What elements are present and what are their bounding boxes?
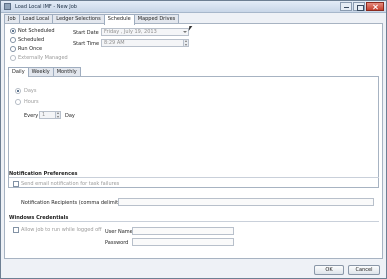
- title-bar[interactable]: Load Local IMF - New Job: [1, 1, 386, 13]
- ok-button[interactable]: OK: [314, 265, 344, 275]
- radio-externally-managed[interactable]: [10, 55, 16, 61]
- radio-not-scheduled[interactable]: [10, 28, 16, 34]
- every-stepper[interactable]: 1: [39, 111, 61, 119]
- radio-days[interactable]: [15, 88, 21, 94]
- tab-schedule[interactable]: Schedule: [103, 14, 135, 25]
- calendar-dropdown-icon[interactable]: [182, 29, 188, 35]
- password-label: Password: [105, 240, 129, 246]
- allow-logged-off-label: Allow job to run while logged off: [21, 227, 102, 233]
- radio-scheduled-label: Scheduled: [18, 37, 45, 43]
- notification-recipients-input[interactable]: [118, 198, 374, 206]
- maximize-icon[interactable]: [353, 2, 365, 11]
- every-spinner-icon[interactable]: [55, 112, 60, 118]
- radio-not-scheduled-label: Not Scheduled: [18, 28, 55, 34]
- radio-days-label: Days: [24, 88, 37, 94]
- radio-hours[interactable]: [15, 99, 21, 105]
- radio-run-once[interactable]: [10, 46, 16, 52]
- window-title: Load Local IMF - New Job: [15, 4, 77, 10]
- tab-weekly[interactable]: Weekly: [27, 67, 54, 76]
- window-controls: [339, 2, 384, 11]
- start-time-label: Start Time: [73, 41, 100, 47]
- job-dialog-window: Load Local IMF - New Job Job Load Local …: [0, 0, 387, 279]
- recurrence-tabs: Daily Weekly Monthly: [8, 67, 81, 77]
- radio-scheduled[interactable]: [10, 37, 16, 43]
- every-value: 1: [42, 112, 46, 118]
- start-time-picker[interactable]: 8:29 AM: [101, 39, 189, 47]
- start-time-value: 8:29 AM: [104, 40, 125, 46]
- send-email-checkbox[interactable]: [13, 181, 19, 187]
- password-input[interactable]: [132, 238, 234, 246]
- cancel-button[interactable]: Cancel: [348, 265, 380, 275]
- every-label: Every: [24, 113, 39, 119]
- radio-externally-managed-label: Externally Managed: [18, 55, 68, 61]
- allow-logged-off-checkbox[interactable]: [13, 227, 19, 233]
- minimize-icon[interactable]: [340, 2, 352, 11]
- notification-divider: [9, 177, 379, 178]
- every-unit-label: Day: [65, 113, 75, 119]
- tab-monthly[interactable]: Monthly: [52, 67, 81, 76]
- start-date-value: Friday , July 19, 2013: [104, 29, 157, 35]
- tab-daily[interactable]: Daily: [8, 67, 29, 77]
- close-icon[interactable]: [366, 2, 384, 11]
- start-date-picker[interactable]: Friday , July 19, 2013: [101, 28, 189, 36]
- radio-run-once-label: Run Once: [18, 46, 43, 52]
- app-icon: [4, 3, 11, 10]
- send-email-label: Send email notification for task failure…: [21, 181, 120, 187]
- start-date-label: Start Date: [73, 30, 99, 36]
- username-input[interactable]: [132, 227, 234, 235]
- time-spinner-icon[interactable]: [183, 40, 188, 46]
- username-label: User Name: [105, 229, 133, 235]
- radio-hours-label: Hours: [24, 99, 39, 105]
- credentials-divider: [9, 221, 379, 222]
